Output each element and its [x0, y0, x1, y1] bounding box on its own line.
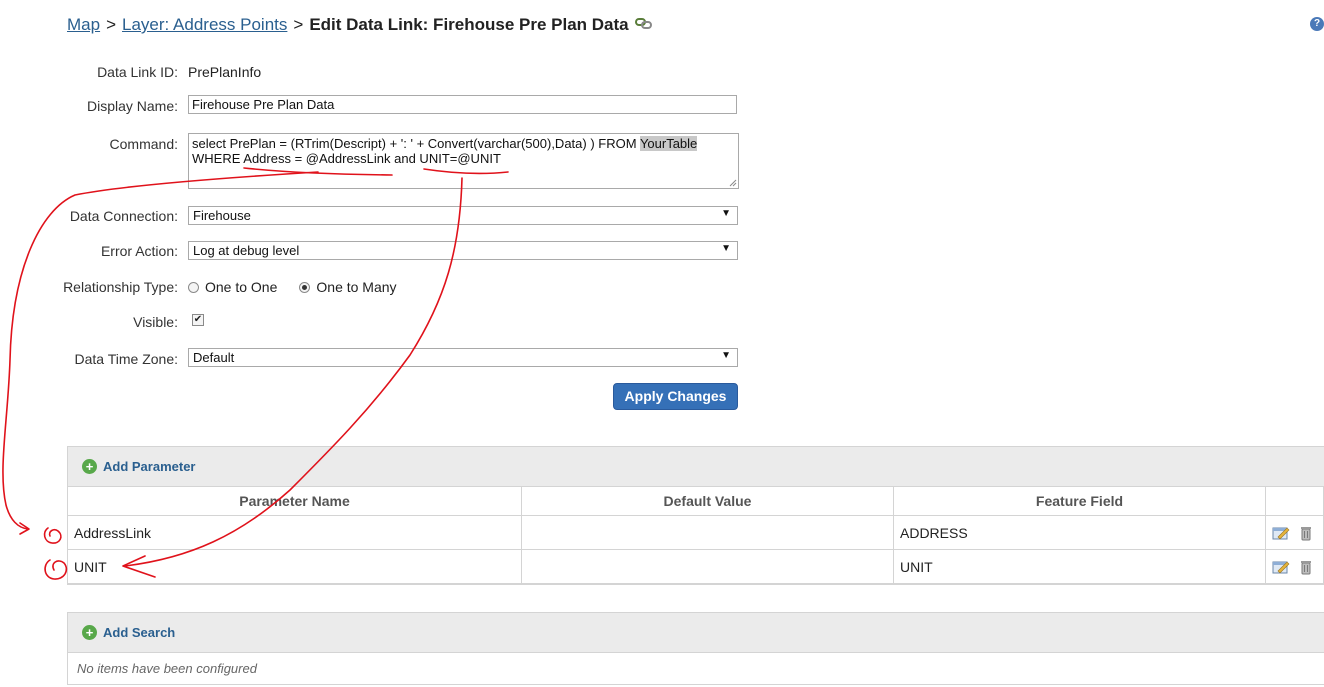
parameters-table: Parameter Name Default Value Feature Fie… [68, 487, 1324, 584]
radio-one-to-one-label: One to One [205, 279, 278, 295]
empty-state-text: No items have been configured [77, 661, 257, 676]
searches-panel: + Add Search No items have been configur… [67, 612, 1324, 685]
error-action-select[interactable]: Log at debug level ▼ [188, 241, 738, 260]
relationship-type-group: One to One One to Many [188, 279, 419, 295]
radio-button-selected[interactable] [299, 281, 311, 293]
error-action-label: Error Action: [100, 243, 178, 259]
time-zone-label: Data Time Zone: [74, 351, 179, 367]
delete-icon[interactable] [1300, 525, 1312, 541]
column-header: Default Value [521, 487, 894, 516]
data-connection-label: Data Connection: [69, 208, 178, 224]
data-link-id-value: PrePlanInfo [188, 64, 262, 80]
visible-checkbox[interactable]: ✔ [192, 314, 204, 326]
parameter-name-cell: AddressLink [68, 515, 522, 550]
relationship-type-label: Relationship Type: [63, 279, 178, 295]
column-header: Parameter Name [68, 487, 522, 516]
radio-one-to-many-label: One to Many [316, 279, 397, 295]
breadcrumb-layer-link[interactable]: Layer: Address Points [122, 15, 287, 35]
add-search-header: + Add Search [68, 613, 1324, 653]
edit-icon[interactable] [1272, 559, 1290, 575]
add-icon[interactable]: + [82, 459, 97, 474]
circle-mark-annotation [43, 527, 62, 544]
visible-label: Visible: [133, 314, 178, 330]
default-value-cell [521, 515, 894, 550]
command-textarea[interactable]: select PrePlan = (RTrim(Descript) + ': '… [188, 133, 739, 189]
command-line-2: WHERE Address = @AddressLink and UNIT=@U… [192, 151, 501, 166]
radio-one-to-one[interactable]: One to One [188, 279, 277, 295]
breadcrumb-separator: > [293, 15, 304, 34]
edit-icon[interactable] [1272, 525, 1290, 541]
column-header-actions [1265, 487, 1324, 516]
add-search-link[interactable]: Add Search [103, 625, 175, 640]
parameters-panel: + Add Parameter Parameter Name Default V… [67, 446, 1324, 585]
error-action-value: Log at debug level [193, 243, 300, 258]
data-link-id-label: Data Link ID: [97, 64, 178, 80]
command-line-1: select PrePlan = (RTrim(Descript) + ': '… [192, 136, 735, 151]
dropdown-caret-icon: ▼ [721, 350, 731, 361]
time-zone-value: Default [193, 350, 235, 365]
circle-mark-annotation [44, 559, 68, 580]
add-icon[interactable]: + [82, 625, 97, 640]
link-icon[interactable] [634, 15, 653, 35]
actions-cell [1265, 549, 1324, 584]
actions-cell [1265, 515, 1324, 550]
radio-button[interactable] [188, 281, 199, 293]
display-name-label: Display Name: [86, 98, 178, 114]
feature-field-cell: ADDRESS [893, 515, 1266, 550]
table-row: AddressLink ADDRESS [68, 515, 1324, 550]
command-highlight: YourTable [639, 136, 698, 151]
help-icon[interactable]: ? [1310, 17, 1324, 31]
dropdown-caret-icon: ▼ [721, 243, 731, 254]
breadcrumb-separator: > [106, 15, 117, 34]
display-name-input[interactable]: Firehouse Pre Plan Data [188, 95, 737, 114]
breadcrumb-map-link[interactable]: Map [67, 15, 100, 35]
parameter-name-cell: UNIT [68, 549, 522, 584]
apply-changes-button[interactable]: Apply Changes [613, 383, 738, 410]
resize-handle-icon[interactable] [729, 179, 737, 187]
dropdown-caret-icon: ▼ [721, 208, 731, 219]
table-row: UNIT UNIT [68, 549, 1324, 584]
command-label: Command: [109, 136, 178, 152]
add-parameter-header: + Add Parameter [68, 447, 1324, 487]
default-value-cell [521, 549, 894, 584]
data-connection-select[interactable]: Firehouse ▼ [188, 206, 738, 225]
command-text: select PrePlan = (RTrim(Descript) + ': '… [192, 136, 640, 151]
add-parameter-link[interactable]: Add Parameter [103, 459, 195, 474]
time-zone-select[interactable]: Default ▼ [188, 348, 738, 367]
column-header: Feature Field [893, 487, 1266, 516]
arrowhead-annotation [19, 522, 30, 535]
feature-field-cell: UNIT [893, 549, 1266, 584]
page-title: Edit Data Link: Firehouse Pre Plan Data [309, 15, 629, 34]
delete-icon[interactable] [1300, 559, 1312, 575]
table-header-row: Parameter Name Default Value Feature Fie… [68, 487, 1324, 516]
breadcrumb: Map > Layer: Address Points > Edit Data … [67, 12, 653, 38]
data-connection-value: Firehouse [193, 208, 251, 223]
radio-one-to-many[interactable]: One to Many [299, 279, 397, 295]
